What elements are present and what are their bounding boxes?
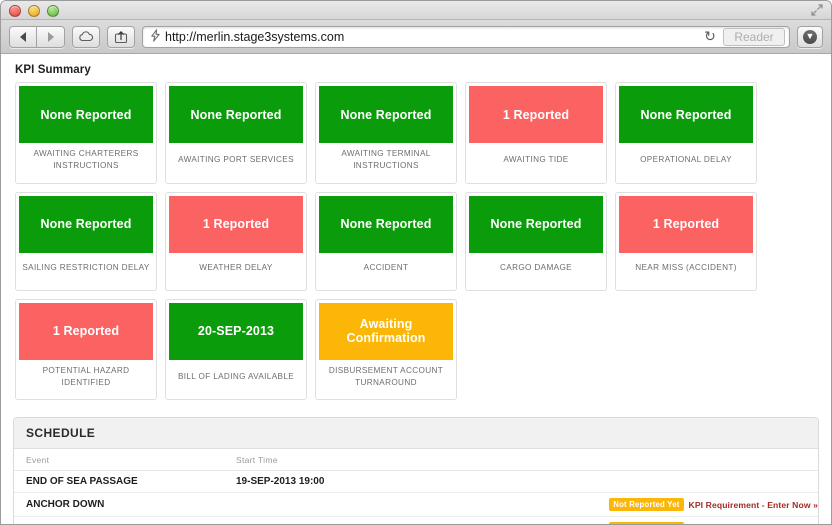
cell-start-time [224, 516, 424, 524]
kpi-tile[interactable]: None Reported OPERATIONAL DELAY [615, 82, 757, 184]
kpi-tile-grid: None Reported AWAITING CHARTERERS INSTRUC… [1, 82, 831, 401]
kpi-tile[interactable]: None Reported ACCIDENT [315, 191, 457, 291]
navigation-buttons [9, 25, 65, 48]
column-header-action [424, 449, 818, 472]
table-header-row: Event Start Time [14, 449, 818, 472]
kpi-action-group: Not Reported Yet KPI Requirement - Enter … [609, 498, 818, 512]
table-row: ANCHOR DOWN Not Reported Yet KPI Requireme… [14, 492, 818, 518]
cell-start-time: 19-SEP-2013 19:00 [224, 470, 424, 494]
forward-arrow-icon[interactable] [37, 25, 65, 48]
page-title: KPI Summary [15, 64, 91, 76]
lightning-bolt-icon [147, 28, 163, 45]
kpi-tile[interactable]: None Reported CARGO DAMAGE [465, 191, 607, 291]
cell-event: ANCHOR DOWN [14, 492, 224, 518]
page-content: KPI Summary None Reported AWAITING CHARTE… [1, 55, 831, 524]
kpi-tile-status: 1 Reported [169, 195, 303, 253]
kpi-tile[interactable]: 1 Reported AWAITING TIDE [465, 82, 607, 184]
schedule-table-body: END OF SEA PASSAGE 19-SEP-2013 19:00 ANCHO… [14, 470, 818, 524]
window-controls [9, 5, 59, 17]
status-badge: Not Reported Yet [609, 498, 684, 512]
kpi-tile[interactable]: None Reported AWAITING CHARTERERS INSTRUC… [15, 82, 157, 184]
kpi-tile[interactable]: 1 Reported NEAR MISS (ACCIDENT) [615, 191, 757, 291]
cloud-icon[interactable] [72, 25, 100, 48]
kpi-tile[interactable]: 20-SEP-2013 BILL OF LADING AVAILABLE [165, 298, 307, 401]
kpi-tile-label: AWAITING CHARTERERS INSTRUCTIONS [33, 149, 139, 171]
share-icon[interactable] [107, 25, 135, 48]
column-header-event: Event [14, 449, 224, 472]
close-window-button[interactable] [9, 5, 21, 17]
kpi-action-group: Not Reported YetKPI Requirement - Enter … [609, 522, 818, 524]
reload-icon[interactable]: ↻ [701, 28, 719, 45]
kpi-requirement-link[interactable]: KPI Requirement - Enter Now » [689, 500, 818, 510]
schedule-panel: SCHEDULE Event Start Time END OF SEA PAS… [13, 417, 819, 524]
kpi-tile-status: 1 Reported [619, 195, 753, 253]
kpi-tile-status: None Reported [619, 86, 753, 143]
kpi-tile[interactable]: None Reported SAILING RESTRICTION DELAY [15, 191, 157, 291]
window-titlebar [1, 1, 831, 20]
kpi-tile-status: 1 Reported [469, 86, 603, 143]
kpi-tile-label: AWAITING PORT SERVICES [178, 155, 294, 165]
kpi-tile-label: WEATHER DELAY [199, 263, 273, 273]
download-icon[interactable]: ▼ [797, 25, 823, 48]
table-row: END OF SEA PASSAGE 19-SEP-2013 19:00 [14, 470, 818, 494]
cell-event: END OF SEA PASSAGE [14, 470, 224, 494]
status-badge: Not Reported Yet [609, 522, 684, 524]
kpi-tile-status: None Reported [319, 195, 453, 253]
kpi-tile-label: BILL OF LADING AVAILABLE [177, 371, 295, 381]
kpi-tile-label: OPERATIONAL DELAY [640, 155, 732, 165]
kpi-tile-label: AWAITING TERMINAL INSTRUCTIONS [341, 149, 431, 171]
schedule-table: Event Start Time END OF SEA PASSAGE 19-SE… [14, 449, 818, 524]
kpi-tile-status: None Reported [169, 86, 303, 143]
cell-start-time [224, 492, 424, 518]
download-glyph: ▼ [803, 29, 817, 44]
cell-event: ANCHOR UP [14, 516, 224, 524]
kpi-tile[interactable]: None Reported AWAITING TERMINAL INSTRUCTI… [315, 82, 457, 184]
schedule-title: SCHEDULE [14, 418, 818, 450]
kpi-tile-label: AWAITING TIDE [503, 155, 569, 165]
back-arrow-icon[interactable] [9, 25, 37, 48]
reader-button[interactable]: Reader [723, 27, 785, 46]
kpi-tile-label: SAILING RESTRICTION DELAY [22, 263, 150, 273]
cell-action: Not Reported YetKPI Requirement - Enter … [424, 516, 818, 524]
cell-action [424, 470, 818, 494]
cell-action: Not Reported Yet KPI Requirement - Enter … [424, 492, 818, 518]
schedule-table-head: Event Start Time [14, 449, 818, 472]
kpi-tile-label: CARGO DAMAGE [500, 263, 572, 273]
table-row: ANCHOR UP Not Reported YetKPI Requirement… [14, 516, 818, 524]
address-bar[interactable]: http://merlin.stage3systems.com ↻ Reader [142, 25, 790, 48]
kpi-tile-label: ACCIDENT [363, 263, 409, 273]
kpi-tile-status: None Reported [319, 86, 453, 143]
fullscreen-arrows-icon[interactable] [810, 4, 823, 17]
kpi-tile[interactable]: 1 Reported POTENTIAL HAZARD IDENTIFIED [15, 298, 157, 401]
column-header-start-time: Start Time [224, 449, 424, 472]
kpi-tile-status: 20-SEP-2013 [169, 302, 303, 360]
kpi-tile[interactable]: Awaiting Confirmation DISBURSEMENT ACCOUN… [315, 298, 457, 401]
kpi-tile-status: None Reported [19, 195, 153, 253]
url-text[interactable]: http://merlin.stage3systems.com [163, 30, 701, 44]
browser-window: http://merlin.stage3systems.com ↻ Reader… [0, 0, 832, 525]
browser-toolbar: http://merlin.stage3systems.com ↻ Reader… [1, 20, 831, 54]
kpi-tile-label: POTENTIAL HAZARD IDENTIFIED [42, 365, 130, 387]
kpi-tile[interactable]: None Reported AWAITING PORT SERVICES [165, 82, 307, 184]
kpi-tile-status: None Reported [19, 86, 153, 143]
kpi-tile-status: Awaiting Confirmation [319, 302, 453, 360]
kpi-tile-status: 1 Reported [19, 302, 153, 360]
kpi-tile[interactable]: 1 Reported WEATHER DELAY [165, 191, 307, 291]
kpi-tile-status: None Reported [469, 195, 603, 253]
kpi-tile-label: DISBURSEMENT ACCOUNT TURNAROUND [328, 365, 444, 387]
zoom-window-button[interactable] [47, 5, 59, 17]
kpi-tile-label: NEAR MISS (ACCIDENT) [635, 263, 737, 273]
minimize-window-button[interactable] [28, 5, 40, 17]
